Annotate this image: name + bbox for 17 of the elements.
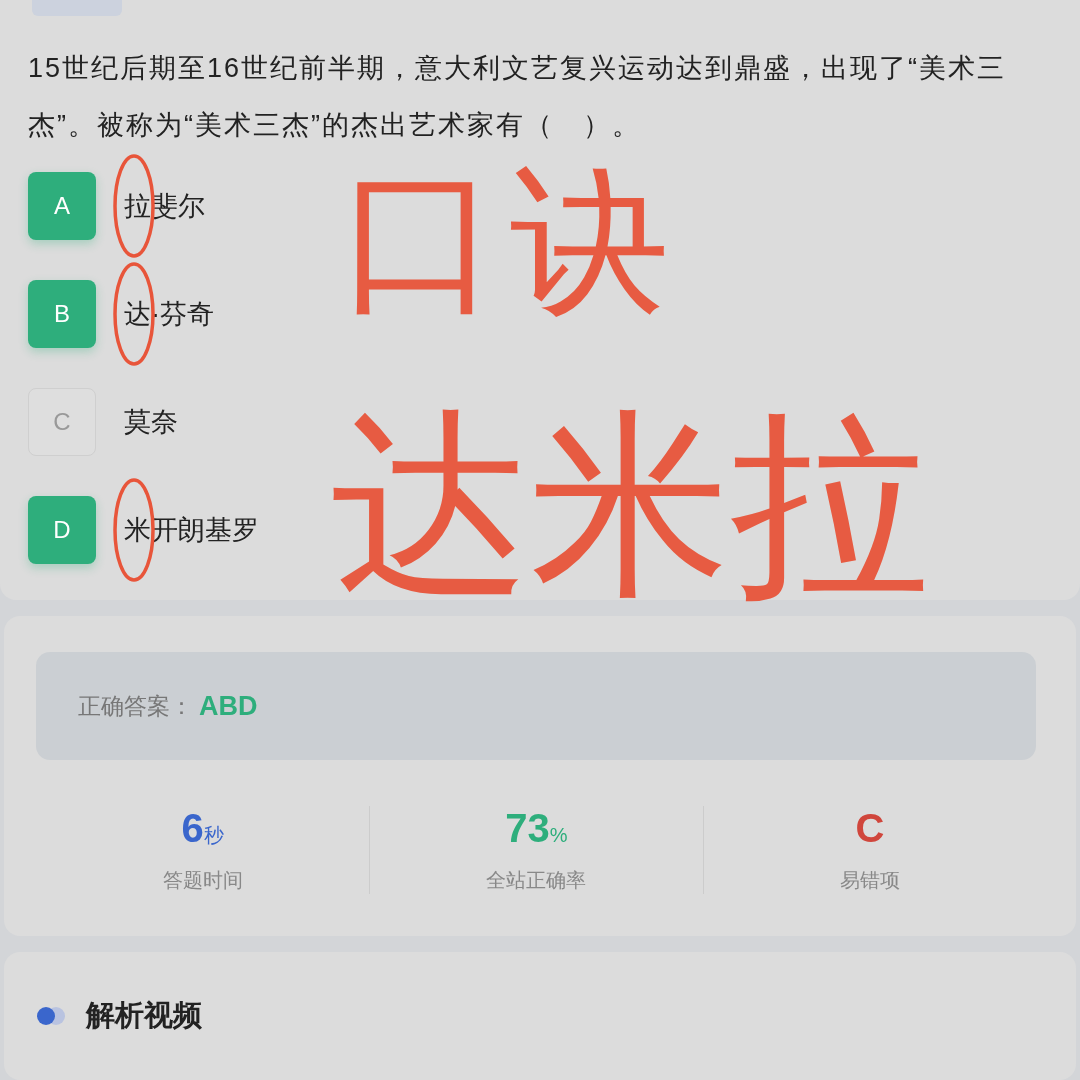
stat-label: 答题时间	[162, 868, 243, 893]
option-text[interactable]: 莫奈	[124, 404, 178, 440]
stat-value: 6秒	[181, 806, 224, 851]
stat-value: C	[855, 806, 885, 851]
stat-value: 73%	[505, 806, 568, 851]
option-text[interactable]: 米开朗基罗	[124, 512, 259, 548]
question-text: 15世纪后期至16世纪前半期，意大利文艺复兴运动达到鼎盛，出现了“美术三杰”。被称为“美术三杰”的杰出艺术家有（ ）。	[28, 52, 1008, 142]
stat-label: 易错项	[839, 868, 900, 893]
toggle-dots-icon	[36, 1006, 68, 1026]
option-text[interactable]: 达·芬奇	[124, 296, 214, 332]
stat-label: 全站正确率	[486, 868, 587, 893]
handwritten-note: 达米拉	[330, 405, 930, 605]
answer-label: 正确答案：	[78, 691, 193, 721]
option-text[interactable]: 拉斐尔	[124, 188, 205, 224]
section-title: 解析视频	[86, 998, 202, 1033]
answer-value: ABD	[199, 690, 258, 722]
handwritten-note: 口诀	[340, 160, 680, 320]
